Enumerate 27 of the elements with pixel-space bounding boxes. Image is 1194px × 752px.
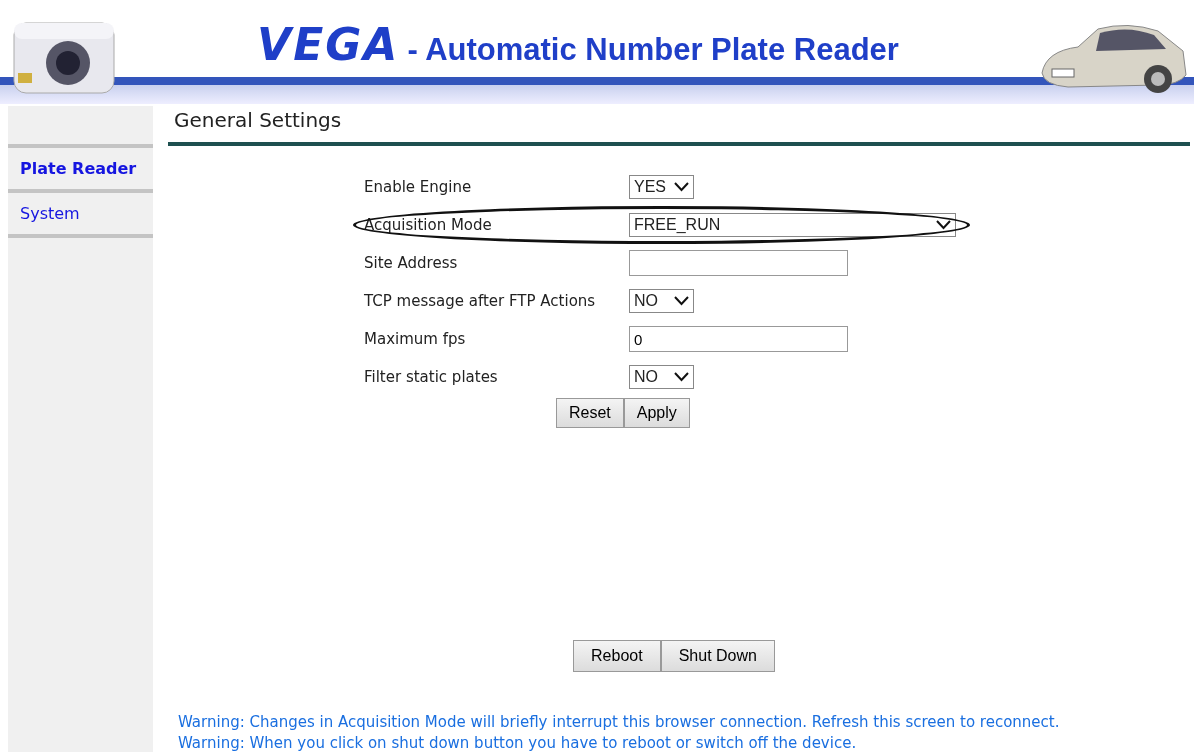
header-title: - Automatic Number Plate Reader (407, 31, 899, 69)
sidebar-link[interactable]: Plate Reader (8, 144, 153, 189)
field-label: Enable Engine (364, 176, 473, 198)
field-label: Maximum fps (364, 328, 467, 350)
dropdown[interactable]: YES (629, 175, 694, 199)
dropdown[interactable]: NO (629, 365, 694, 389)
form-button[interactable]: Reset (556, 398, 624, 428)
field-label: Acquisition Mode (364, 214, 493, 236)
form-button[interactable]: Apply (623, 398, 690, 428)
device-button[interactable]: Shut Down (660, 640, 775, 672)
chevron-icon (674, 182, 689, 192)
logo: VEGA (257, 18, 400, 72)
input-field[interactable] (629, 250, 848, 276)
device-button[interactable]: Reboot (573, 640, 661, 672)
page-title: General Settings (168, 106, 1190, 146)
input-field[interactable]: 0 (629, 326, 848, 352)
dropdown[interactable]: NO (629, 289, 694, 313)
chevron-icon (674, 296, 689, 306)
chevron-icon (936, 220, 951, 230)
field-label: TCP message after FTP Actions (364, 290, 597, 312)
field-label: Filter static plates (364, 366, 499, 388)
warning-text: Warning: Changes in Acquisition Mode will briefly interrupt this browser connection. Refresh this screen to reconnect. (178, 712, 1061, 733)
warning-text: Warning: When you click on shut down button you have to reboot or switch off the device. (178, 733, 858, 752)
sidebar-link[interactable]: System (8, 189, 153, 234)
field-label: Site Address (364, 252, 459, 274)
chevron-icon (674, 372, 689, 382)
dropdown[interactable]: FREE_RUN (629, 213, 956, 237)
